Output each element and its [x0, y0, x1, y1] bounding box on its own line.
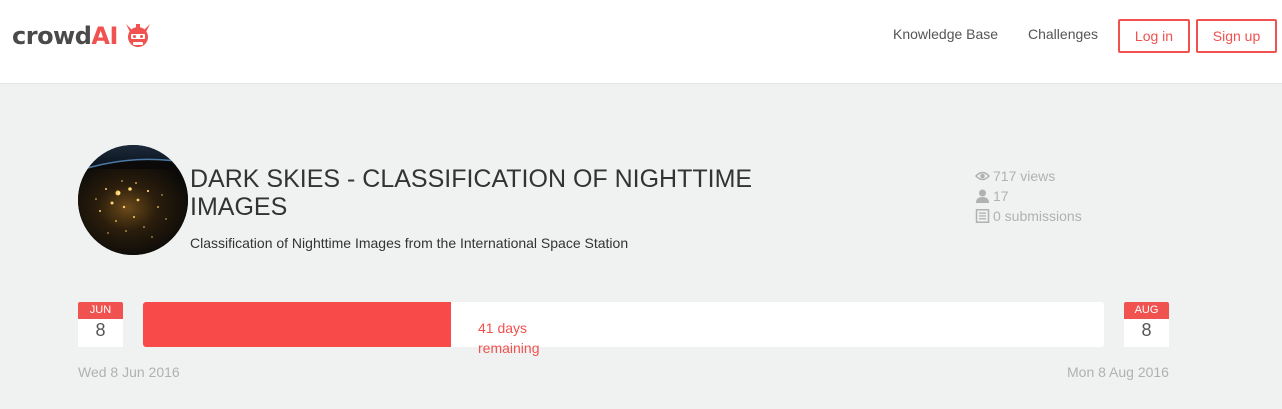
- start-day: 8: [95, 320, 106, 340]
- participants-count: 17: [993, 188, 1009, 204]
- progress-fill: [143, 302, 451, 347]
- views-count: 717 views: [993, 168, 1056, 184]
- start-date-badge: JUN 8: [78, 302, 123, 347]
- challenge-image[interactable]: [78, 145, 188, 255]
- start-month: JUN: [78, 302, 123, 319]
- list-icon: [975, 209, 990, 223]
- challenge-stats: 717 views 17 0 submissions: [975, 166, 1082, 226]
- end-day: 8: [1141, 320, 1152, 340]
- submissions-stat: 0 submissions: [975, 206, 1082, 226]
- earth-night-image: [78, 145, 188, 255]
- nav-knowledge-base[interactable]: Knowledge Base: [893, 25, 998, 43]
- challenge-progress-bar: [143, 302, 1104, 347]
- logo-text: crowdAI: [12, 18, 118, 54]
- nav-challenges[interactable]: Challenges: [1028, 25, 1098, 43]
- end-month: AUG: [1124, 302, 1169, 319]
- end-date-badge: AUG 8: [1124, 302, 1169, 347]
- start-date-caption: Wed 8 Jun 2016: [78, 364, 180, 380]
- views-stat: 717 views: [975, 166, 1082, 186]
- days-remaining: 41 days remaining: [478, 320, 540, 356]
- signup-button[interactable]: Sign up: [1196, 19, 1277, 53]
- end-date-caption: Mon 8 Aug 2016: [1067, 364, 1169, 380]
- user-icon: [976, 189, 989, 203]
- logo-text-ai: AI: [91, 22, 118, 50]
- samurai-mascot-icon: [125, 24, 150, 47]
- challenge-subtitle: Classification of Nighttime Images from …: [190, 235, 629, 251]
- navbar: crowdAI Knowledge Base Challenges Log in…: [0, 0, 1282, 84]
- challenge-title: DARK SKIES - CLASSIFICATION OF NIGHTTIME…: [190, 165, 753, 221]
- submissions-count: 0 submissions: [993, 208, 1082, 224]
- login-button[interactable]: Log in: [1118, 19, 1190, 53]
- crowdai-logo[interactable]: crowdAI: [12, 18, 154, 54]
- logo-text-crowd: crowd: [12, 22, 92, 50]
- eye-icon: [975, 171, 990, 181]
- participants-stat: 17: [975, 186, 1082, 206]
